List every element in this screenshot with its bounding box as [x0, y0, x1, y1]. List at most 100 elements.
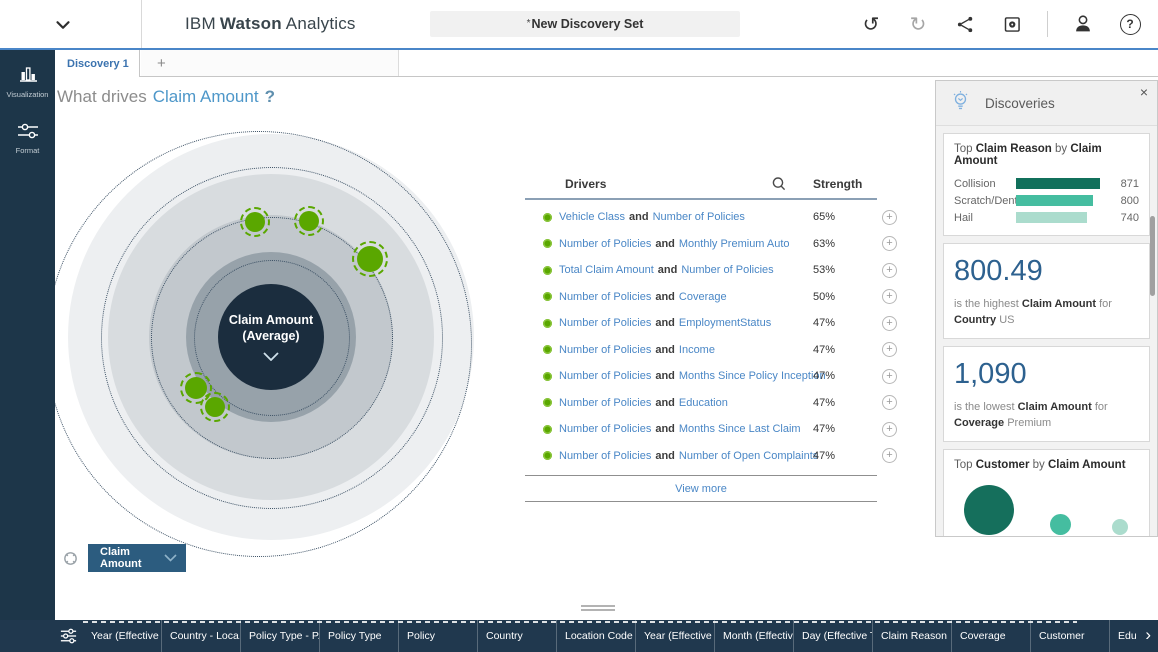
data-column[interactable]: Customer	[1031, 620, 1110, 652]
driver-row[interactable]: Number of PoliciesandNumber of Open Comp…	[525, 443, 905, 470]
driver-field-link[interactable]: Number of Policies	[681, 264, 773, 276]
target-center-node[interactable]: Claim Amount (Average)	[218, 284, 324, 390]
search-icon[interactable]	[771, 176, 787, 195]
help-icon[interactable]: ?	[1118, 12, 1142, 36]
share-icon[interactable]	[953, 12, 977, 36]
customer-bubble[interactable]: BP23267	[1102, 519, 1139, 537]
view-more-link[interactable]: View more	[675, 483, 727, 495]
driver-field-link[interactable]: Months Since Last Claim	[679, 423, 801, 435]
driver-field-link[interactable]: Number of Policies	[559, 423, 651, 435]
driver-strength: 47%	[813, 423, 835, 435]
filter-sliders-icon[interactable]	[59, 627, 78, 650]
data-column[interactable]: Month (Effectiv...	[715, 620, 794, 652]
add-driver-button[interactable]: +	[882, 236, 897, 251]
document-title-field[interactable]: * New Discovery Set	[430, 11, 740, 37]
driver-row[interactable]: Number of PoliciesandEmploymentStatus 47…	[525, 310, 905, 337]
driver-row[interactable]: Number of PoliciesandEducation 47% +	[525, 390, 905, 417]
driver-field-link[interactable]: Number of Policies	[559, 238, 651, 250]
data-column[interactable]: Country	[478, 620, 557, 652]
driver-strength: 47%	[813, 317, 835, 329]
data-column[interactable]: Year (Effective ...	[83, 620, 162, 652]
driver-row[interactable]: Number of PoliciesandIncome 47% +	[525, 337, 905, 364]
driver-field-link[interactable]: Number of Policies	[559, 397, 651, 409]
driver-field-link[interactable]: Total Claim Amount	[559, 264, 654, 276]
question-target-link[interactable]: Claim Amount	[153, 87, 259, 107]
anchor-point-icon[interactable]	[62, 550, 79, 572]
close-icon[interactable]: ×	[1140, 84, 1148, 100]
data-column[interactable]: Year (Effective ...	[636, 620, 715, 652]
driver-field-link[interactable]: Number of Policies	[559, 291, 651, 303]
driver-field-link[interactable]: Education	[679, 397, 728, 409]
conjunction: and	[655, 370, 675, 382]
conjunction: and	[655, 238, 675, 250]
question-help[interactable]: ?	[265, 87, 275, 107]
customer-bubble[interactable]: FQ61281	[964, 485, 1014, 537]
plus-icon: +	[157, 55, 166, 72]
add-driver-button[interactable]: +	[882, 342, 897, 357]
driver-field-link[interactable]: Number of Policies	[653, 211, 745, 223]
driver-bubble[interactable]	[299, 211, 319, 231]
add-driver-button[interactable]: +	[882, 395, 897, 410]
driver-field-link[interactable]: Number of Policies	[559, 370, 651, 382]
driver-field-link[interactable]: Income	[679, 344, 715, 356]
driver-row[interactable]: Number of Policies and Monthly Premium Aut…	[525, 231, 905, 258]
driver-field-link[interactable]: Vehicle Class	[559, 211, 625, 223]
add-driver-button[interactable]: +	[882, 263, 897, 278]
bar-row[interactable]: Collision 871	[954, 175, 1139, 192]
data-column[interactable]: Policy Type	[320, 620, 399, 652]
redo-icon[interactable]: ↻	[906, 12, 930, 36]
discovery-stat-card[interactable]: 1,090 is the lowest Claim Amount for Cov…	[943, 346, 1150, 442]
data-column[interactable]: Day (Effective T...	[794, 620, 873, 652]
scroll-columns-right[interactable]: ›	[1145, 620, 1151, 652]
data-column[interactable]: Claim Reason	[873, 620, 952, 652]
bar-row[interactable]: Scratch/Dent 800	[954, 192, 1139, 209]
driver-row[interactable]: Number of PoliciesandMonths Since Last C…	[525, 416, 905, 443]
collapse-header-button[interactable]	[48, 11, 78, 39]
driver-field-link[interactable]: Coverage	[679, 291, 727, 303]
driver-field-link[interactable]: Number of Open Complaints	[679, 450, 818, 462]
add-driver-button[interactable]: +	[882, 422, 897, 437]
add-driver-button[interactable]: +	[882, 316, 897, 331]
bar-label: Hail	[954, 212, 1016, 224]
discovery-stat-card[interactable]: 800.49 is the highest Claim Amount for C…	[943, 243, 1150, 339]
data-column[interactable]: Policy	[399, 620, 478, 652]
driver-strength: 47%	[813, 344, 835, 356]
driver-field-link[interactable]: EmploymentStatus	[679, 317, 771, 329]
data-column[interactable]: Country - Loca...	[162, 620, 241, 652]
discovery-bubble-card[interactable]: Top Customer by Claim Amount FQ61281 YC5…	[943, 449, 1150, 537]
panel-scrollbar-thumb[interactable]	[1150, 216, 1155, 296]
target-measure-dropdown[interactable]: Claim Amount	[88, 544, 186, 572]
add-driver-button[interactable]: +	[882, 210, 897, 225]
driver-bubble[interactable]	[205, 397, 225, 417]
driver-row[interactable]: Number of PoliciesandCoverage 50% +	[525, 284, 905, 311]
add-tab-button[interactable]: +	[141, 50, 399, 76]
driver-row[interactable]: Vehicle ClassandNumber of Policies 65% +	[525, 204, 905, 231]
driver-row[interactable]: Total Claim AmountandNumber of Policies …	[525, 257, 905, 284]
add-driver-button[interactable]: +	[882, 289, 897, 304]
add-driver-button[interactable]: +	[882, 369, 897, 384]
sidebar-item-visualization[interactable]: Visualization	[0, 50, 55, 108]
driver-field-link[interactable]: Number of Policies	[559, 450, 651, 462]
bottom-resize-handle[interactable]	[581, 605, 615, 613]
undo-icon[interactable]: ↺	[859, 12, 883, 36]
bar-row[interactable]: Hail 740	[954, 209, 1139, 226]
collection-icon[interactable]	[1000, 12, 1024, 36]
bubble-circle	[964, 485, 1014, 535]
tab-discovery-1[interactable]: Discovery 1	[55, 50, 140, 77]
bubble-circle	[1112, 519, 1128, 535]
data-column[interactable]: Policy Type - P...	[241, 620, 320, 652]
data-column[interactable]: Location Code	[557, 620, 636, 652]
customer-bubble[interactable]: YC54142	[1042, 514, 1080, 537]
add-driver-button[interactable]: +	[882, 448, 897, 463]
sidebar-item-format[interactable]: Format	[0, 108, 55, 164]
account-icon[interactable]	[1071, 12, 1095, 36]
discovery-bar-card[interactable]: Top Claim Reason by Claim Amount Collisi…	[943, 133, 1150, 236]
driver-bubble[interactable]	[245, 212, 265, 232]
driver-field-link[interactable]: Number of Policies	[559, 317, 651, 329]
driver-row[interactable]: Number of Policies and Months Since Policy…	[525, 363, 905, 390]
driver-field-link[interactable]: Number of Policies	[559, 344, 651, 356]
driver-field-link[interactable]: Months Since Policy Inception	[679, 370, 826, 382]
driver-field-link[interactable]: Monthly Premium Auto	[679, 238, 790, 250]
data-column[interactable]: Coverage	[952, 620, 1031, 652]
driver-bubble[interactable]	[357, 246, 383, 272]
